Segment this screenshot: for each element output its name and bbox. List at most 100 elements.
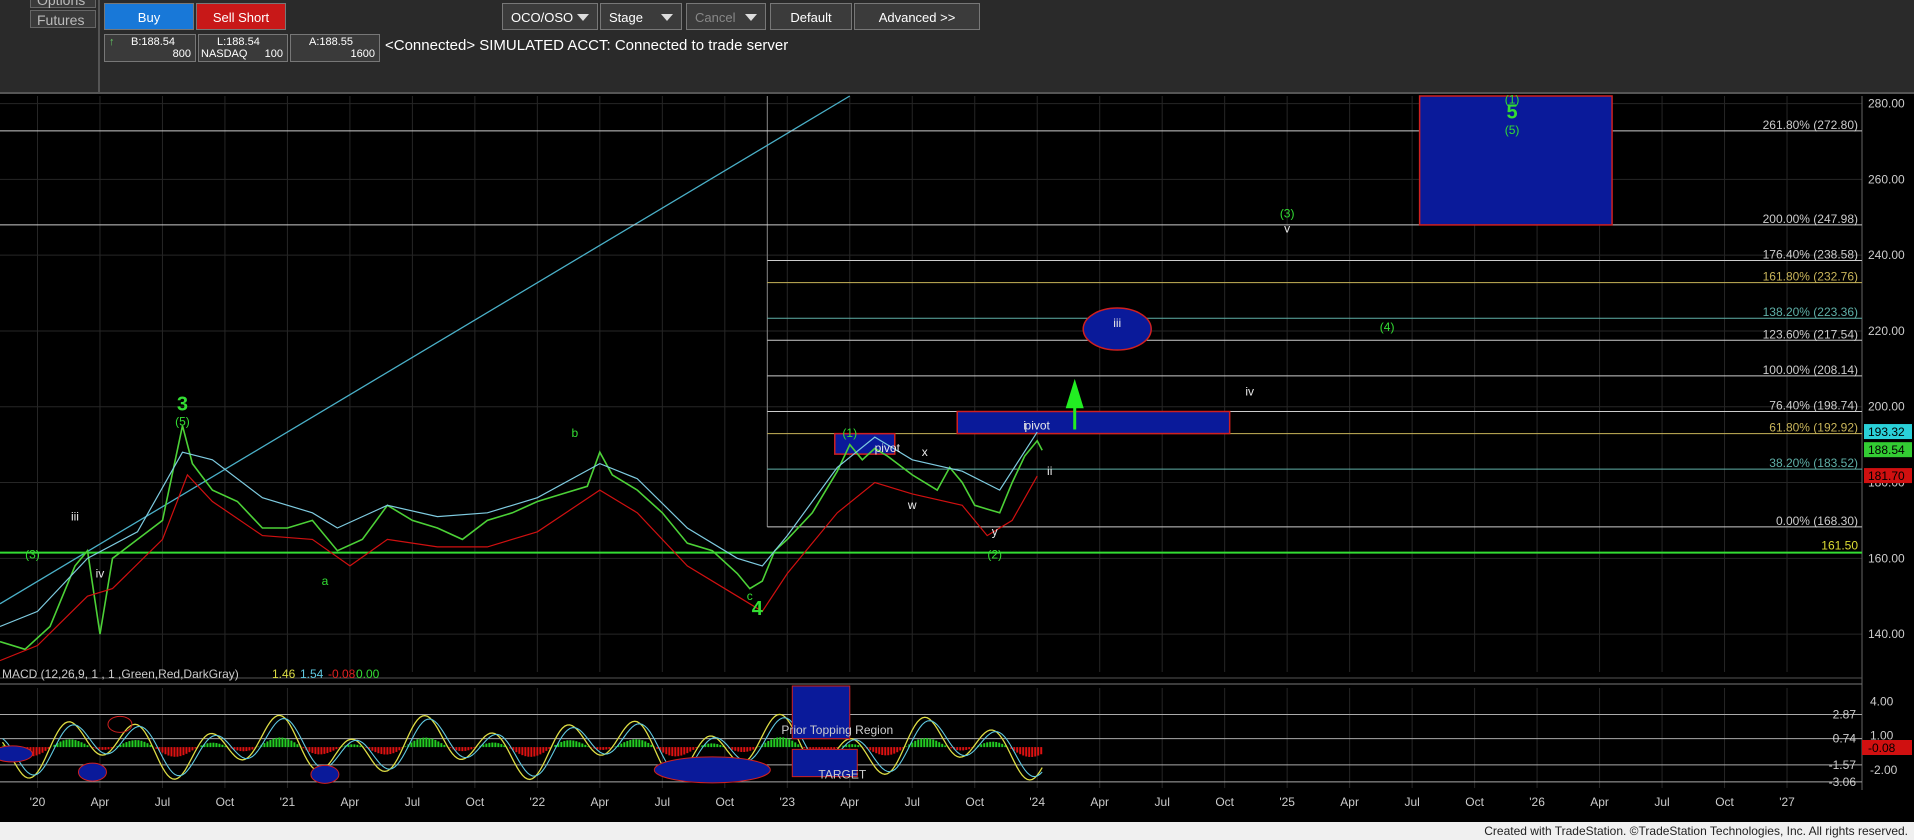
macd-histogram-bar xyxy=(938,742,941,748)
last-quote[interactable]: L:188.54 NASDAQ 100 xyxy=(198,34,288,62)
bid-quote[interactable]: ↑ B:188.54 800 xyxy=(104,34,196,62)
macd-histogram-bar xyxy=(218,743,221,748)
macd-histogram-bar xyxy=(266,741,269,748)
wave-label: (3) xyxy=(1280,206,1295,220)
up-tick-icon: ↑ xyxy=(109,36,115,48)
price-axis-label: 280.00 xyxy=(1868,97,1905,111)
cancel-dropdown[interactable]: Cancel xyxy=(686,3,766,30)
macd-histogram-bar xyxy=(122,743,125,748)
macd-histogram-bar xyxy=(575,741,578,748)
macd-histogram-bar xyxy=(530,747,533,757)
macd-histogram-bar xyxy=(881,747,884,756)
macd-level-label: 2.87 xyxy=(1833,707,1857,721)
macd-histogram-bar xyxy=(914,740,917,748)
macd-histogram-bar xyxy=(164,747,167,755)
macd-histogram-bar xyxy=(386,747,389,755)
x-tick-label: Oct xyxy=(715,795,734,809)
macd-histogram-bar xyxy=(746,747,749,752)
macd-histogram-bar xyxy=(671,747,674,757)
macd-histogram-bar xyxy=(398,747,401,751)
x-tick-label: '20 xyxy=(30,795,46,809)
macd-histogram-bar xyxy=(917,739,920,748)
macd-histogram-bar xyxy=(419,738,422,748)
buy-button[interactable]: Buy xyxy=(104,3,194,30)
macd-histogram-bar xyxy=(719,744,722,748)
macd-histogram-bar xyxy=(599,747,602,750)
macd-histogram-bar xyxy=(689,747,692,752)
ask-quote[interactable]: A:188.55 1600 xyxy=(290,34,380,62)
macd-histogram-bar xyxy=(191,747,194,751)
macd-histogram-bar xyxy=(683,747,686,755)
macd-histogram-bar xyxy=(383,747,386,755)
wave-label: (1) xyxy=(842,426,857,440)
macd-histogram-bar xyxy=(38,747,41,755)
x-tick-label: '26 xyxy=(1529,795,1545,809)
macd-histogram-bar xyxy=(272,738,275,748)
macd-histogram-bar xyxy=(734,747,737,751)
macd-histogram-bar xyxy=(212,742,215,748)
macd-histogram-bar xyxy=(287,739,290,748)
price-axis-label: 260.00 xyxy=(1868,172,1905,186)
macd-histogram-bar xyxy=(59,741,62,748)
macd-histogram-bar xyxy=(779,737,782,748)
wave-label: pivot xyxy=(875,441,901,455)
macd-level-label: -1.57 xyxy=(1829,758,1857,772)
macd-level-label: 0.74 xyxy=(1833,732,1857,746)
macd-histogram-bar xyxy=(668,747,671,756)
macd-histogram-bar xyxy=(323,747,326,754)
macd-histogram-bar xyxy=(647,742,650,748)
macd-axis-label: -2.00 xyxy=(1870,763,1898,777)
macd-histogram-bar xyxy=(875,747,878,754)
macd-histogram-bar xyxy=(455,747,458,751)
macd-histogram-bar xyxy=(137,740,140,748)
macd-histogram-bar xyxy=(62,740,65,748)
macd-value: -0.08 xyxy=(328,667,356,681)
wave-label: y xyxy=(992,525,998,539)
x-tick-label: '27 xyxy=(1779,795,1795,809)
price-chart[interactable]: '20 Apr Jul Oct '21 Apr Jul Oct '22 Apr Jul Oct '23 A… xyxy=(0,94,1914,822)
macd-histogram-bar xyxy=(926,738,929,748)
macd-histogram-bar xyxy=(533,747,536,757)
macd-low-ellipse xyxy=(310,764,340,784)
macd-histogram-bar xyxy=(173,747,176,757)
macd-histogram-bar xyxy=(1031,747,1034,757)
macd-histogram-bar xyxy=(1040,747,1043,755)
macd-histogram-bar xyxy=(188,747,191,753)
macd-histogram-bar xyxy=(857,745,860,748)
order-toolbar: Options Futures Buy Sell Short OCO/OSO S… xyxy=(0,0,1914,94)
macd-histogram-bar xyxy=(278,737,281,748)
options-tab[interactable]: Options xyxy=(30,0,96,8)
macd-low-ellipse xyxy=(653,756,771,784)
macd-histogram-bar xyxy=(275,737,278,748)
macd-histogram-bar xyxy=(143,741,146,748)
stage-dropdown[interactable]: Stage xyxy=(600,3,682,30)
macd-histogram-bar xyxy=(290,740,293,748)
macd-histogram-bar xyxy=(635,739,638,748)
macd-histogram-bar xyxy=(545,747,548,751)
macd-histogram-bar xyxy=(356,744,359,748)
x-tick-label: Oct xyxy=(466,795,485,809)
pivot-box xyxy=(956,410,1231,435)
oco-oso-dropdown[interactable]: OCO/OSO xyxy=(502,3,598,30)
macd-histogram-bar xyxy=(1037,747,1040,756)
x-tick-label: '24 xyxy=(1029,795,1045,809)
trendline xyxy=(0,95,851,605)
macd-histogram-bar xyxy=(632,739,635,748)
futures-tab[interactable]: Futures xyxy=(30,10,96,28)
price-series xyxy=(0,425,1043,651)
macd-histogram-bar xyxy=(392,747,395,754)
macd-histogram-bar xyxy=(899,747,902,751)
macd-histogram-bar xyxy=(134,740,137,748)
macd-histogram-bar xyxy=(248,747,251,751)
sell-short-button[interactable]: Sell Short xyxy=(196,3,286,30)
default-button[interactable]: Default xyxy=(770,3,852,30)
macd-histogram-bar xyxy=(443,744,446,748)
macd-histogram-bar xyxy=(269,739,272,748)
x-tick-label: Jul xyxy=(655,795,670,809)
macd-histogram-bar xyxy=(41,747,44,753)
advanced-button[interactable]: Advanced >> xyxy=(854,3,980,30)
macd-histogram-bar xyxy=(851,744,854,748)
macd-histogram-bar xyxy=(680,747,683,756)
macd-histogram-bar xyxy=(797,744,800,748)
macd-histogram-bar xyxy=(854,744,857,748)
